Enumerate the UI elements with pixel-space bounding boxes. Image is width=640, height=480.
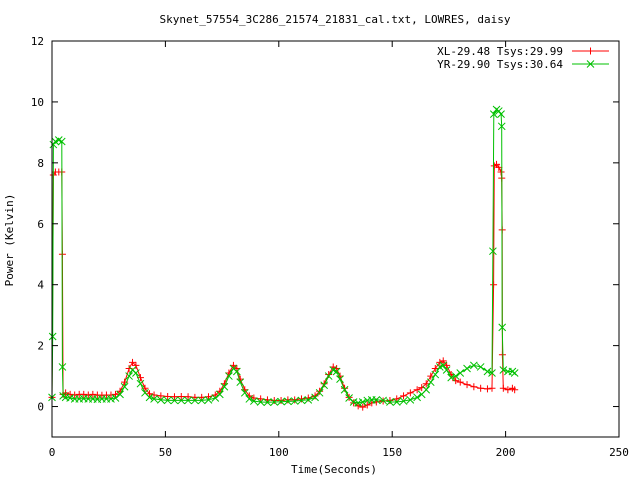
data-point bbox=[406, 389, 414, 397]
chart-title: Skynet_57554_3C286_21574_21831_cal.txt, … bbox=[160, 13, 511, 26]
y-tick-label: 6 bbox=[37, 218, 44, 231]
x-tick-label: 100 bbox=[269, 446, 289, 459]
x-tick-label: 0 bbox=[49, 446, 56, 459]
data-point bbox=[476, 363, 485, 371]
data-point bbox=[470, 383, 478, 391]
y-tick-label: 4 bbox=[37, 279, 44, 292]
data-point bbox=[270, 396, 278, 404]
data-point bbox=[431, 370, 440, 379]
data-point bbox=[469, 361, 478, 370]
data-point bbox=[477, 384, 485, 392]
data-point bbox=[422, 385, 431, 394]
legend: XL-29.48 Tsys:29.99 YR-29.90 Tsys:30.64 bbox=[437, 45, 609, 71]
data-point bbox=[184, 393, 192, 401]
x-tick-label: 150 bbox=[382, 446, 402, 459]
data-point bbox=[284, 396, 292, 404]
data-point bbox=[488, 384, 496, 392]
y-tick-label: 12 bbox=[31, 35, 44, 48]
data-point bbox=[490, 281, 498, 289]
data-point bbox=[157, 392, 165, 400]
data-point bbox=[463, 381, 471, 389]
x-tick-label: 50 bbox=[159, 446, 172, 459]
legend-marker-0 bbox=[587, 47, 594, 55]
series-line-1 bbox=[51, 108, 515, 404]
data-point bbox=[413, 393, 422, 402]
data-point bbox=[456, 369, 465, 377]
data-point bbox=[291, 396, 299, 404]
data-point bbox=[504, 386, 512, 394]
series-layer bbox=[48, 105, 519, 411]
x-tick-label: 250 bbox=[609, 446, 629, 459]
data-point bbox=[483, 385, 491, 393]
data-point bbox=[456, 378, 464, 386]
data-point bbox=[164, 392, 172, 400]
data-point bbox=[297, 395, 305, 403]
data-point bbox=[170, 393, 178, 401]
data-point bbox=[386, 396, 394, 404]
x-tick-label: 200 bbox=[496, 446, 516, 459]
y-tick-label: 0 bbox=[37, 401, 44, 414]
y-tick-label: 2 bbox=[37, 340, 44, 353]
y-tick-label: 10 bbox=[31, 96, 44, 109]
legend-label-yr: YR-29.90 Tsys:30.64 bbox=[437, 58, 563, 71]
y-tick-label: 8 bbox=[37, 157, 44, 170]
chart: Skynet_57554_3C286_21574_21831_cal.txt, … bbox=[3, 13, 629, 476]
data-point bbox=[510, 369, 519, 377]
data-point bbox=[463, 364, 471, 373]
data-point bbox=[177, 392, 185, 400]
y-axis-label: Power (Kelvin) bbox=[3, 194, 16, 287]
legend-label-xl: XL-29.48 Tsys:29.99 bbox=[437, 45, 563, 58]
data-point bbox=[426, 378, 435, 387]
data-point bbox=[277, 396, 285, 404]
data-point bbox=[499, 384, 507, 392]
x-axis-label: Time(Seconds) bbox=[291, 463, 377, 476]
